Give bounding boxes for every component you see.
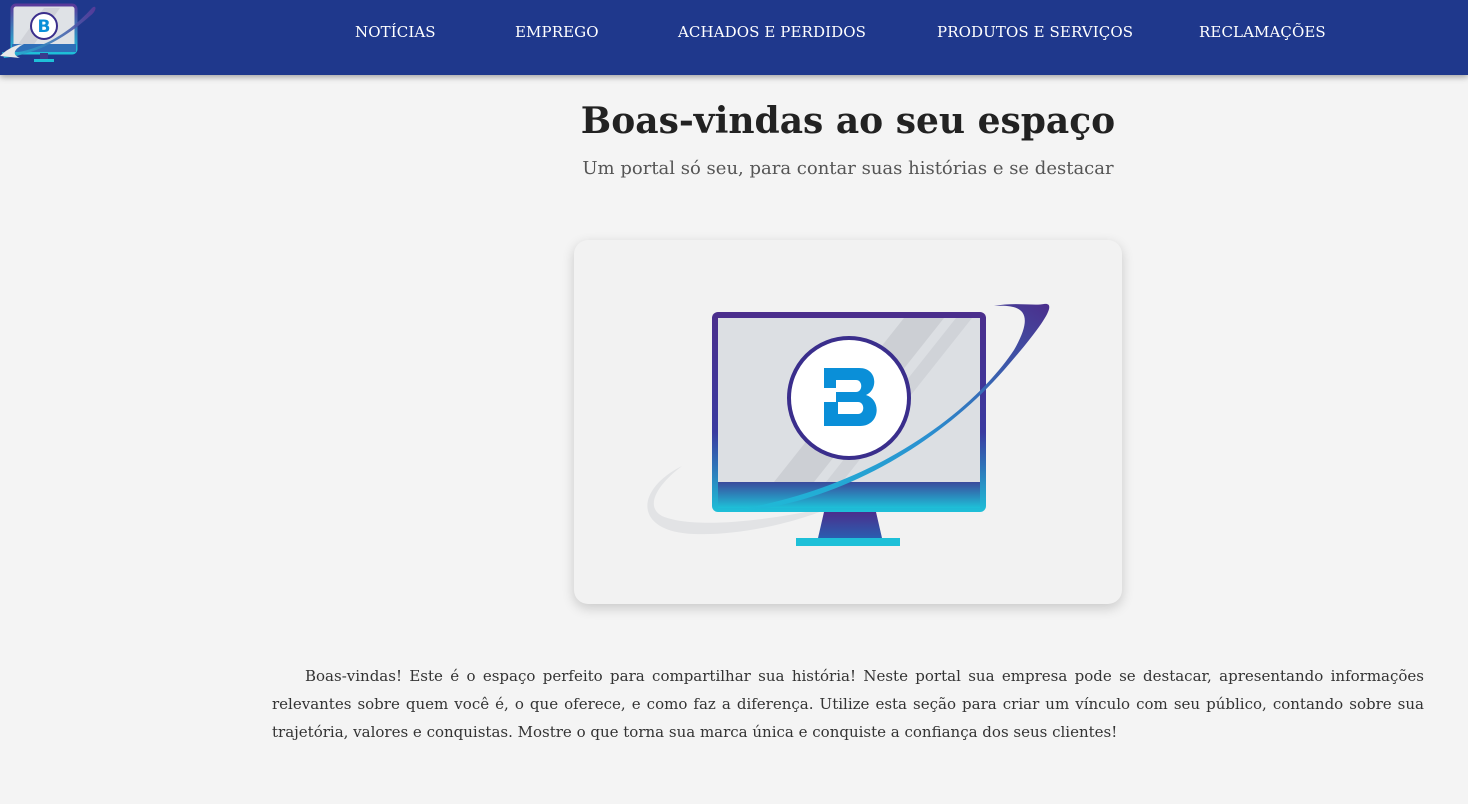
page-subtitle: Um portal só seu, para contar suas histó… <box>582 158 1114 179</box>
intro-paragraph: Boas-vindas! Este é o espaço perfeito pa… <box>272 667 1424 741</box>
nav-item-reclamacoes[interactable]: RECLAMAÇÕES <box>1199 23 1326 41</box>
nav-item-achados-e-perdidos[interactable]: ACHADOS E PERDIDOS <box>678 23 866 41</box>
hero-image-card <box>574 240 1122 604</box>
nav-item-noticias[interactable]: NOTÍCIAS <box>355 23 436 41</box>
top-navigation-bar: B NOTÍCIAS EMPREGO ACHADOS E PERDIDOS PR… <box>0 0 1468 75</box>
main-nav: NOTÍCIAS EMPREGO ACHADOS E PERDIDOS PROD… <box>0 0 1468 66</box>
monitor-b-logo-icon <box>647 303 1050 546</box>
nav-item-produtos-e-servicos[interactable]: PRODUTOS E SERVIÇOS <box>937 23 1133 41</box>
page-title: Boas-vindas ao seu espaço <box>580 100 1116 142</box>
nav-item-emprego[interactable]: EMPREGO <box>515 23 599 41</box>
